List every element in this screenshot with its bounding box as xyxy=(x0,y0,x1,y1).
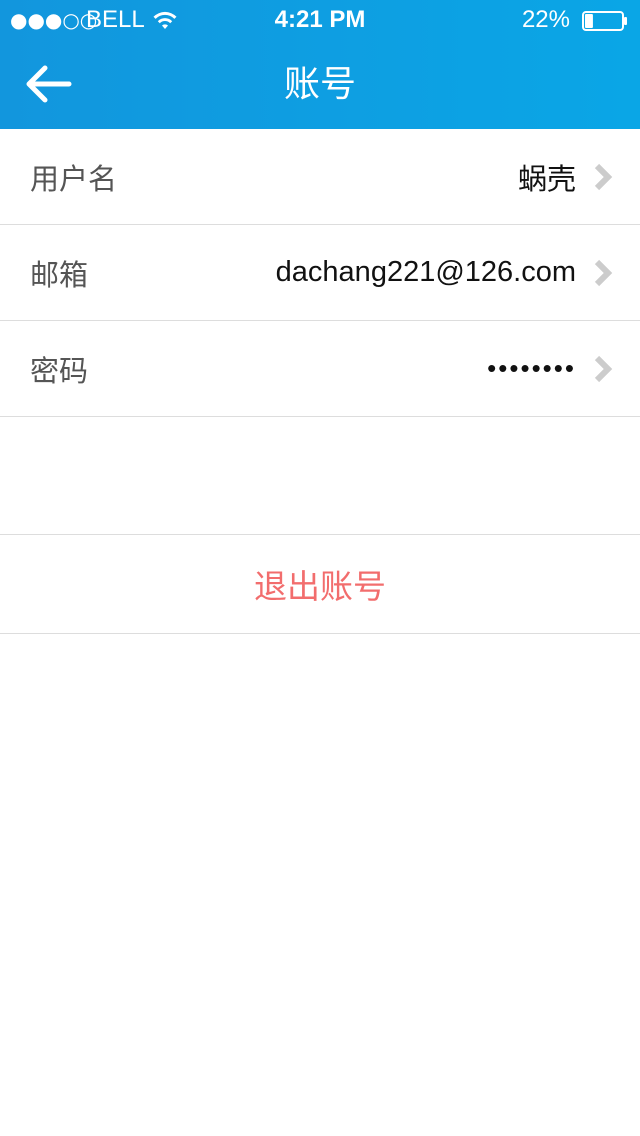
navigation-bar: 账号 xyxy=(0,40,640,129)
battery-percent: 22% xyxy=(521,6,570,33)
password-row[interactable]: 密码 •••••••• xyxy=(0,321,640,417)
page-title: 账号 xyxy=(283,64,356,105)
username-row[interactable]: 用户名 蜗壳 xyxy=(0,129,640,225)
status-bar: ●●●○○ BELL 4:21 PM 22% xyxy=(0,0,640,40)
battery-level xyxy=(585,14,593,28)
logout-button[interactable]: 退出账号 xyxy=(0,534,640,634)
chevron-right-icon xyxy=(594,259,613,286)
email-value: dachang221@126.com xyxy=(275,256,576,288)
password-label: 密码 xyxy=(30,353,89,388)
logout-label: 退出账号 xyxy=(254,567,386,606)
battery-icon xyxy=(582,11,627,31)
username-value: 蜗壳 xyxy=(517,163,576,196)
email-label: 邮箱 xyxy=(30,257,89,292)
password-value: •••••••• xyxy=(487,353,576,383)
header: ●●●○○ BELL 4:21 PM 22% 账号 xyxy=(0,0,640,129)
username-label: 用户名 xyxy=(30,161,118,196)
chevron-right-icon xyxy=(594,163,613,190)
email-row[interactable]: 邮箱 dachang221@126.com xyxy=(0,225,640,321)
account-info-list: 用户名 蜗壳 邮箱 dachang221@126.com 密码 •••••••• xyxy=(0,129,640,417)
chevron-right-icon xyxy=(594,355,613,382)
